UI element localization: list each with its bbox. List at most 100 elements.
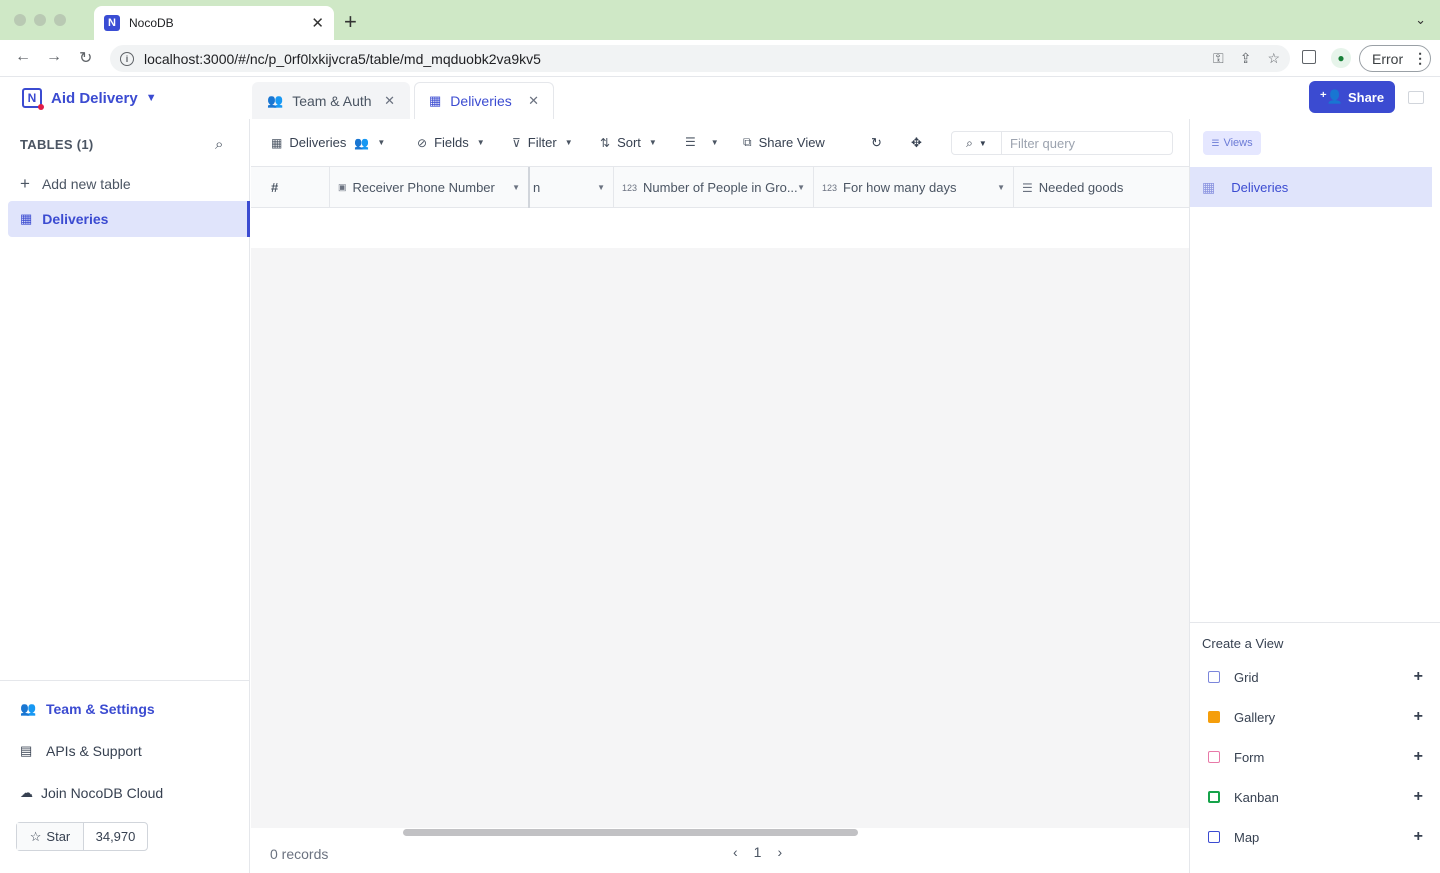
column-label: Needed goods (1038, 180, 1124, 195)
toggle-right-panel-icon[interactable] (1408, 91, 1424, 104)
column-header-needed-goods[interactable]: ☰ Needed goods (1014, 167, 1189, 208)
search-field-selector[interactable]: ⌕ ▼ (952, 132, 1002, 154)
number-field-icon: 123 (822, 182, 838, 193)
add-new-table-button[interactable]: + Add new table (20, 174, 131, 194)
external-link-icon: ⧉ (743, 135, 752, 149)
key-icon[interactable]: ⚿ (1213, 50, 1224, 67)
tab-search-chevron-icon[interactable]: ⌄ (1415, 12, 1426, 28)
chat-icon: ▤ (20, 743, 33, 758)
create-view-label: Grid (1234, 669, 1259, 685)
fields-button[interactable]: ⊘ Fields ▼ (417, 135, 485, 150)
search-field[interactable]: ⌕ ▼ Filter query (951, 131, 1173, 155)
chevron-down-icon: ▼ (564, 138, 573, 147)
site-info-icon[interactable]: i (120, 51, 134, 66)
team-icon: 👥 (267, 93, 284, 108)
expand-icon[interactable]: ✥ (911, 135, 922, 151)
filter-icon: ⊽ (512, 135, 521, 150)
chevron-down-icon: ▼ (597, 183, 605, 192)
create-map-view[interactable]: Map + (1190, 817, 1440, 857)
next-page-icon[interactable]: › (777, 844, 782, 860)
error-button[interactable]: Error ⋮ (1359, 45, 1431, 72)
browser-tab[interactable]: N NocoDB ✕ (94, 6, 334, 40)
column-header-how-many-days[interactable]: 123 For how many days ▼ (814, 167, 1014, 208)
address-bar[interactable]: i localhost:3000/#/nc/p_0rf0lxkijvcra5/t… (110, 45, 1290, 72)
plus-icon: + (20, 174, 30, 193)
search-icon[interactable]: ⌕ (215, 136, 223, 153)
star-button[interactable]: ☆ Star (17, 823, 84, 850)
url-text[interactable]: localhost:3000/#/nc/p_0rf0lxkijvcra5/tab… (144, 51, 1197, 67)
join-cloud-link[interactable]: ☁ Join NocoDB Cloud (20, 785, 163, 801)
nocodb-favicon-icon: N (104, 15, 120, 31)
team-settings-link[interactable]: 👥 Team & Settings (20, 701, 155, 717)
tab-deliveries[interactable]: ▦ Deliveries ✕ (414, 82, 554, 119)
column-header-receiver-phone[interactable]: ▣ Receiver Phone Number ▼ (330, 167, 530, 208)
side-panel-icon[interactable] (1302, 50, 1316, 64)
fields-label: Fields (434, 135, 469, 150)
column-header-partial[interactable]: n ▼ (530, 167, 614, 208)
close-window-icon[interactable] (14, 14, 26, 26)
create-form-view[interactable]: Form + (1190, 737, 1440, 777)
maximize-window-icon[interactable] (54, 14, 66, 26)
sidebar-item-deliveries[interactable]: ▦ Deliveries (8, 201, 250, 237)
row-height-button[interactable]: ☰ ▼ (685, 135, 719, 149)
column-header-people-in-group[interactable]: 123 Number of People in Gro... ▼ (614, 167, 814, 208)
browser-toolbar: ← → ↻ i localhost:3000/#/nc/p_0rf0lxkijv… (0, 40, 1440, 77)
team-icon: 👥 (20, 701, 37, 716)
view-item-label: Deliveries (1231, 179, 1289, 195)
column-label: Number of People in Gro... (643, 180, 798, 195)
column-label: Receiver Phone Number (352, 180, 495, 195)
project-name: Aid Delivery (51, 89, 138, 107)
back-icon[interactable]: ← (15, 48, 31, 66)
view-item-deliveries[interactable]: ▦ Deliveries (1190, 167, 1432, 207)
close-icon[interactable]: ✕ (384, 93, 395, 109)
project-switcher[interactable]: N Aid Delivery ▼ (22, 88, 157, 110)
pagination: ‹ 1 › (733, 844, 782, 860)
share-view-button[interactable]: ⧉ Share View (743, 135, 825, 150)
grid-footer: 0 records ‹ 1 › (251, 836, 1189, 873)
create-view-label: Kanban (1234, 789, 1279, 805)
share-button[interactable]: ⁺👤 Share (1309, 81, 1395, 113)
create-grid-view[interactable]: Grid + (1190, 657, 1440, 697)
bookmark-star-icon[interactable]: ☆ (1267, 50, 1280, 67)
sort-button[interactable]: ⇅ Sort ▼ (600, 135, 657, 150)
filter-button[interactable]: ⊽ Filter ▼ (512, 135, 573, 150)
search-input[interactable]: Filter query (1002, 136, 1075, 151)
prev-page-icon[interactable]: ‹ (733, 844, 738, 860)
search-icon: ⌕ (966, 135, 973, 150)
close-tab-icon[interactable]: ✕ (311, 14, 324, 32)
tab-team-auth[interactable]: 👥 Team & Auth ✕ (252, 82, 410, 119)
list-field-icon: ☰ (1022, 180, 1033, 195)
chevron-down-icon: ▼ (476, 138, 485, 147)
forward-icon[interactable]: → (46, 48, 62, 66)
minimize-window-icon[interactable] (34, 14, 46, 26)
kanban-icon (1208, 791, 1220, 803)
star-label: Star (46, 829, 71, 844)
github-star-widget[interactable]: ☆ Star 34,970 (16, 822, 148, 851)
list-icon: ☰ (1211, 137, 1220, 148)
current-page[interactable]: 1 (754, 844, 762, 860)
grid-icon: ▦ (271, 135, 283, 150)
close-icon[interactable]: ✕ (528, 93, 539, 109)
views-chip[interactable]: ☰ Views (1203, 131, 1261, 155)
chevron-down-icon: ▼ (997, 183, 1005, 192)
profile-avatar-icon[interactable]: ● (1331, 48, 1351, 68)
reload-icon[interactable]: ↻ (871, 135, 882, 151)
divider (1190, 622, 1440, 623)
new-tab-icon[interactable]: + (344, 9, 357, 35)
link-label: Join NocoDB Cloud (41, 785, 164, 801)
create-kanban-view[interactable]: Kanban + (1190, 777, 1440, 817)
browser-tab-strip: N NocoDB ✕ + ⌄ (0, 0, 1440, 40)
chevron-down-icon: ▼ (710, 137, 719, 147)
reload-icon[interactable]: ↻ (79, 48, 92, 68)
view-selector[interactable]: ▦ Deliveries 👥 ▼ (271, 135, 385, 150)
column-label: n (533, 180, 541, 195)
chevron-down-icon: ▼ (377, 138, 386, 147)
grid-icon (1208, 671, 1220, 683)
sidebar-footer (0, 680, 250, 681)
collaborative-icon: 👥 (354, 135, 370, 150)
horizontal-scrollbar[interactable] (403, 829, 858, 836)
share-page-icon[interactable]: ⇪ (1240, 50, 1252, 67)
apis-support-link[interactable]: ▤ APIs & Support (20, 743, 142, 759)
plus-icon: + (1413, 708, 1423, 725)
create-gallery-view[interactable]: Gallery + (1190, 697, 1440, 737)
